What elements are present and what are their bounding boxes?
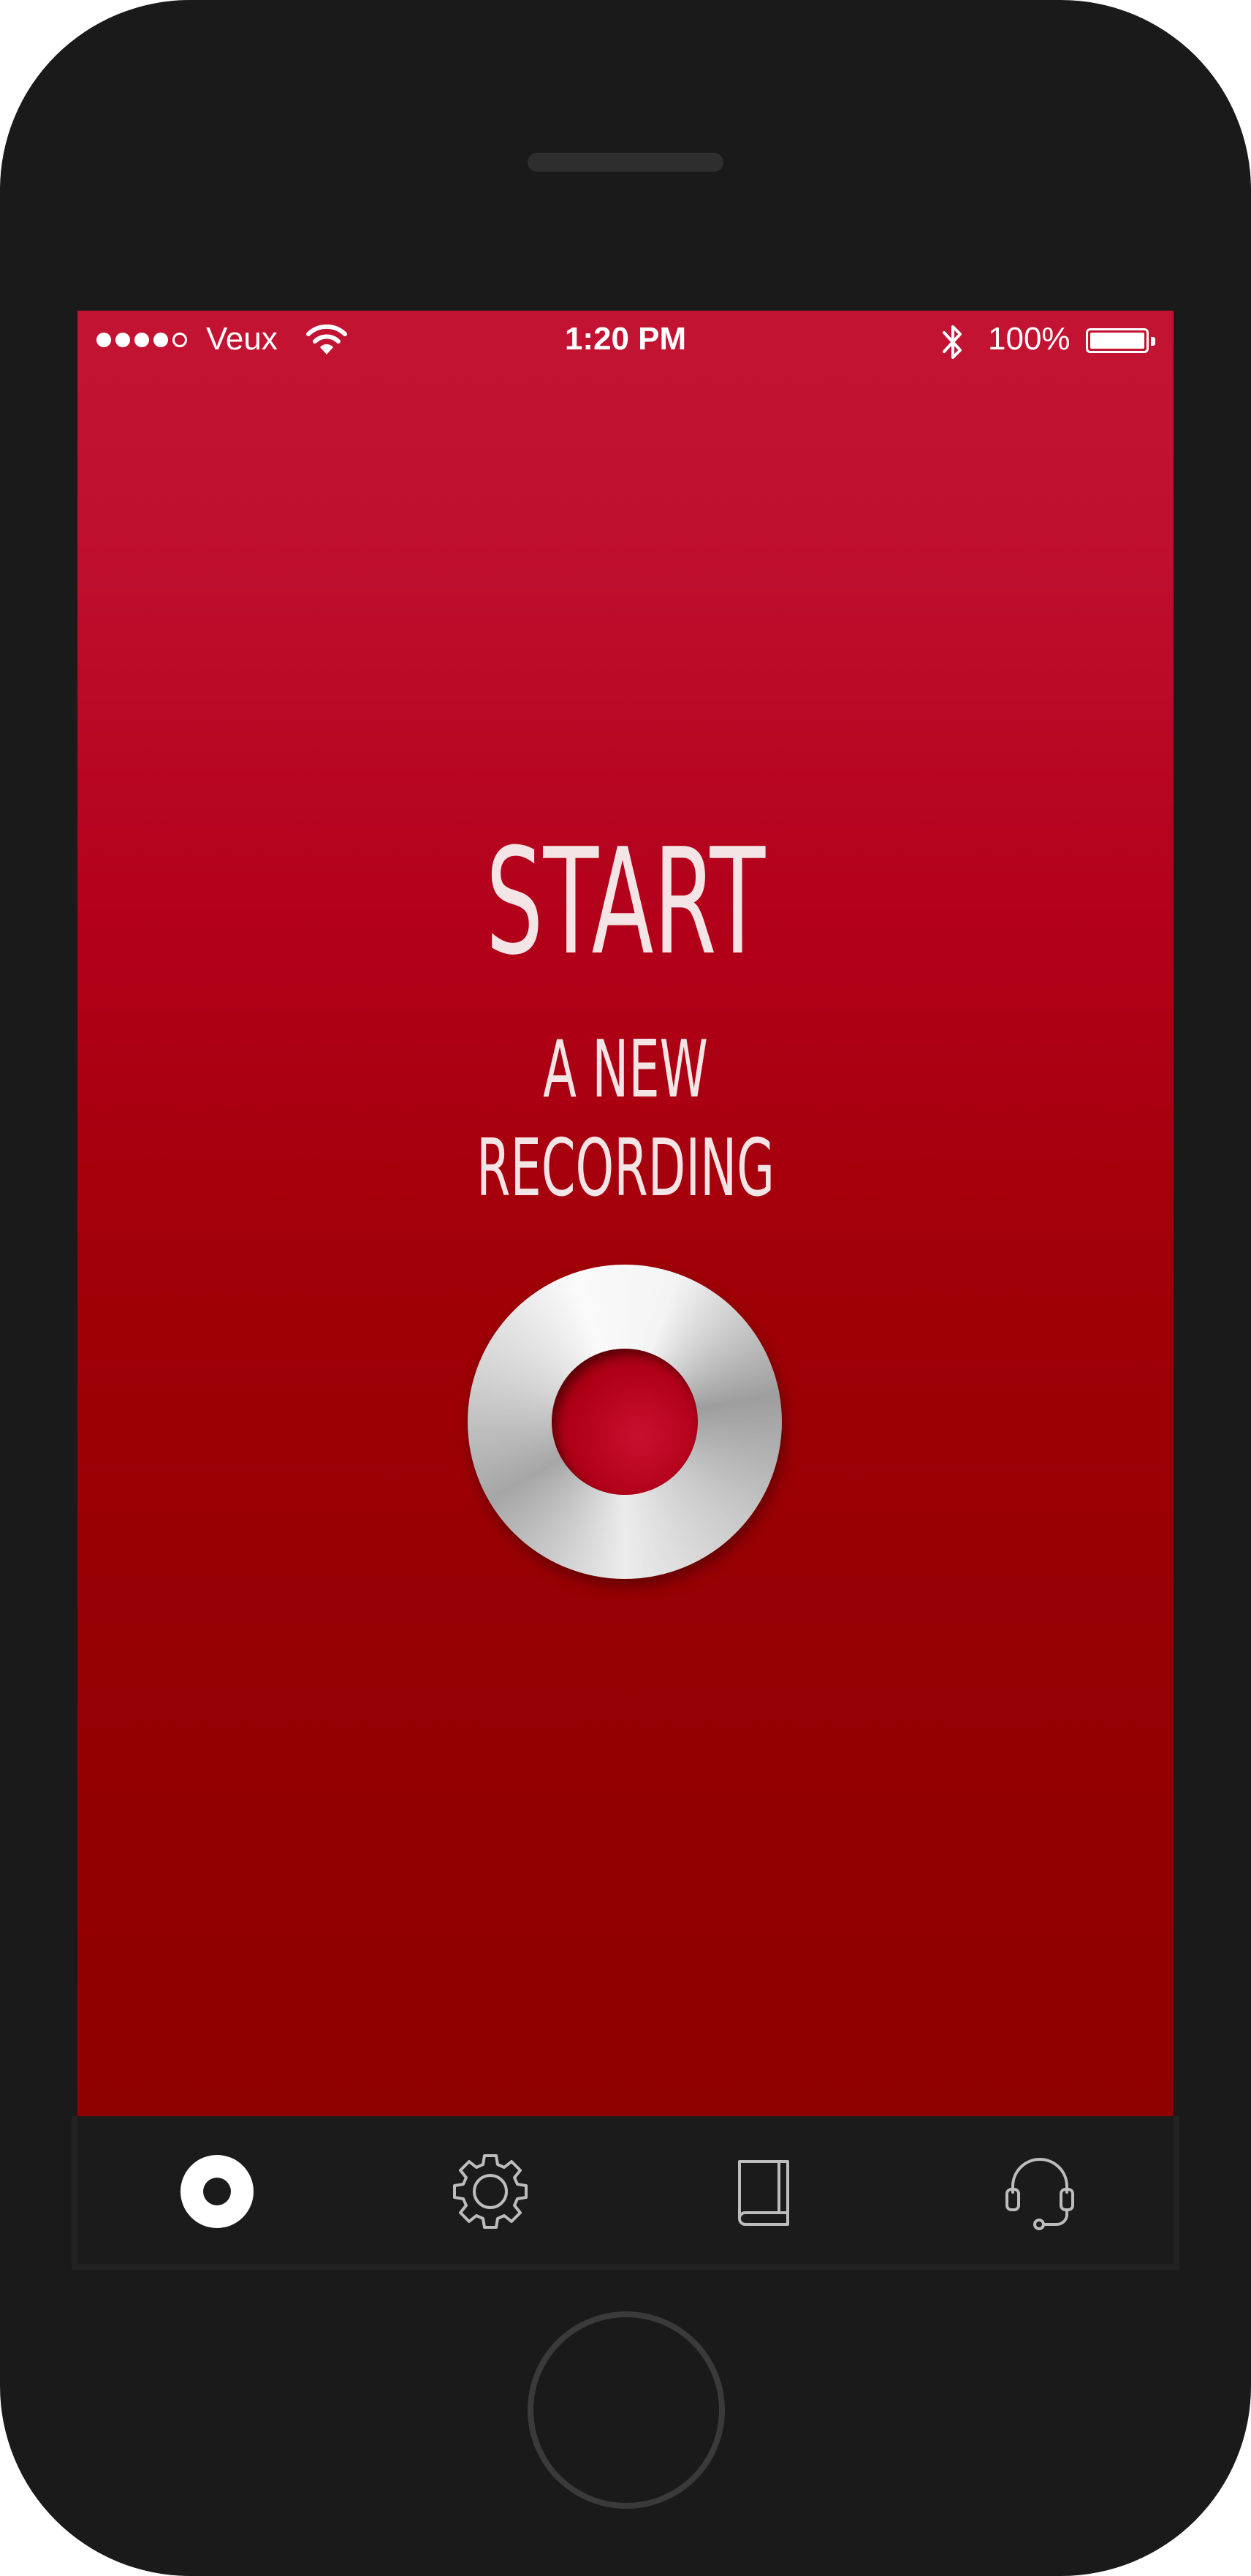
bluetooth-icon (943, 325, 962, 359)
phone-frame: Veux 1:20 PM 100% START A NEW RECORDING (0, 0, 1251, 2576)
gear-icon (453, 2154, 528, 2229)
battery-percentage: 100% (988, 321, 1071, 357)
earpiece-speaker (528, 153, 723, 172)
status-bar: Veux 1:20 PM 100% (77, 311, 1174, 376)
record-icon (180, 2155, 254, 2228)
battery-icon (1086, 328, 1155, 353)
record-button-core (552, 1349, 698, 1495)
subtitle-line-1: A NEW (543, 1024, 708, 1115)
tab-library[interactable] (725, 2151, 805, 2232)
tab-settings[interactable] (450, 2151, 531, 2232)
battery-fill (1090, 333, 1144, 349)
tab-record[interactable] (177, 2151, 257, 2232)
subtitle-line-2: RECORDING (476, 1123, 775, 1214)
headset-icon (1005, 2158, 1074, 2230)
tab-support[interactable] (1000, 2151, 1080, 2232)
record-button[interactable] (468, 1265, 782, 1579)
start-heading: START (485, 817, 766, 988)
app-screen: Veux 1:20 PM 100% START A NEW RECORDING (77, 311, 1174, 2116)
battery-nub (1151, 337, 1155, 346)
tab-bar (72, 2116, 1179, 2270)
book-icon (738, 2160, 789, 2226)
home-button[interactable] (528, 2311, 725, 2509)
